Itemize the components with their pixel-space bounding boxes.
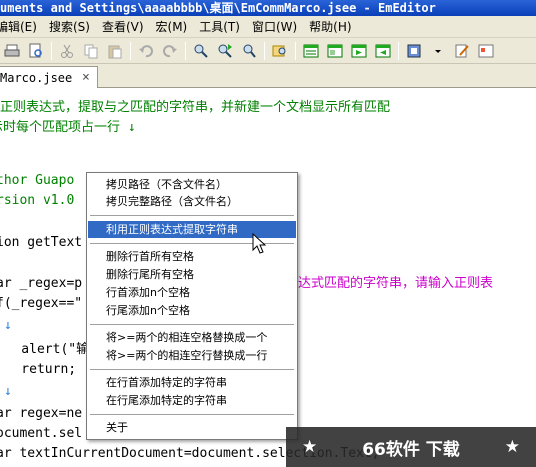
chevron-down-icon[interactable]	[428, 41, 448, 61]
cut-icon[interactable]	[57, 41, 77, 61]
redo-icon[interactable]	[160, 41, 180, 61]
menu-view[interactable]: 查看(V)	[98, 18, 148, 35]
menu-item-copy-full-path[interactable]: 拷贝完整路径（含文件名）	[88, 193, 296, 210]
menu-item-copy-path[interactable]: 拷贝路径（不含文件名）	[88, 176, 296, 193]
code-line-fragment: 达式匹配的字符串，请输入正则表	[298, 276, 494, 291]
menu-help[interactable]: 帮助(H)	[305, 18, 355, 35]
menu-item-merge-blank-lines[interactable]: 将>=两个的相连空行替换成一行	[88, 347, 296, 364]
menu-item-add-leading-spaces[interactable]: 行首添加n个空格	[88, 284, 296, 301]
toolbar-separator	[295, 41, 296, 60]
find-next-icon[interactable]	[215, 41, 235, 61]
tab-document[interactable]: Marco.jsee ×	[0, 66, 98, 88]
toolbar-separator	[130, 41, 131, 60]
code-line: ar _regex=p	[0, 276, 83, 291]
code-line: 用正则表达式，提取与之匹配的字符串，并新建一个文档显示所有匹配	[0, 100, 391, 115]
macro-edit-icon[interactable]	[452, 41, 472, 61]
menu-separator	[90, 215, 294, 216]
code-line: return;	[21, 362, 77, 377]
find-icon[interactable]	[191, 41, 211, 61]
context-menu: 拷贝路径（不含文件名） 拷贝完整路径（含文件名） 利用正则表达式提取字符串 删除…	[86, 172, 298, 440]
toolbar-separator	[264, 41, 265, 60]
find-prev-icon[interactable]	[239, 41, 259, 61]
code-line: rsion v1.0	[0, 193, 75, 208]
menu-separator	[90, 414, 294, 415]
menu-separator	[90, 324, 294, 325]
menu-tools[interactable]: 工具(T)	[195, 18, 244, 35]
newline-marker: ↓	[4, 318, 12, 333]
window-next-icon[interactable]	[349, 41, 369, 61]
watermark-text: 66软件 下载	[362, 439, 460, 460]
menu-separator	[90, 369, 294, 370]
close-icon[interactable]: ×	[82, 70, 90, 85]
watermark-banner: ★ 66软件 下载 ★	[286, 427, 536, 467]
menu-window[interactable]: 窗口(W)	[248, 18, 301, 35]
find-in-files-icon[interactable]	[270, 41, 290, 61]
window-title: uments and Settings\aaaabbbb\桌面\EmCommMa…	[0, 1, 436, 15]
print-preview-icon[interactable]	[26, 41, 46, 61]
menu-edit[interactable]: 编辑(E)	[0, 18, 41, 35]
window-prev-icon[interactable]	[373, 41, 393, 61]
menu-item-append-string[interactable]: 在行尾添加特定的字符串	[88, 392, 296, 409]
title-bar: uments and Settings\aaaabbbb\桌面\EmCommMa…	[0, 0, 536, 16]
toolbar	[0, 38, 536, 64]
code-line: ocument.sel	[0, 426, 83, 441]
menu-item-about[interactable]: 关于	[88, 419, 296, 436]
code-line: ar regex=ne	[0, 406, 83, 421]
undo-icon[interactable]	[136, 41, 156, 61]
print-icon[interactable]	[2, 41, 22, 61]
copy-icon[interactable]	[81, 41, 101, 61]
toolbar-separator	[185, 41, 186, 60]
code-line: ion getText	[0, 235, 83, 250]
code-line: thor Guapo	[0, 173, 75, 188]
menu-item-merge-spaces[interactable]: 将>=两个的相连空格替换成一个	[88, 329, 296, 346]
plugin-icon[interactable]	[404, 41, 424, 61]
menu-search[interactable]: 搜索(S)	[45, 18, 94, 35]
toolbar-separator	[398, 41, 399, 60]
code-line: alert("输	[21, 342, 90, 357]
menu-item-delete-trailing-spaces[interactable]: 删除行尾所有空格	[88, 266, 296, 283]
toolbar-separator	[51, 41, 52, 60]
menu-item-add-trailing-spaces[interactable]: 行尾添加n个空格	[88, 302, 296, 319]
menu-item-prepend-string[interactable]: 在行首添加特定的字符串	[88, 374, 296, 391]
menu-macro[interactable]: 宏(M)	[152, 18, 192, 35]
menu-bar: 编辑(E) 搜索(S) 查看(V) 宏(M) 工具(T) 窗口(W) 帮助(H)	[0, 16, 536, 38]
window-list-icon[interactable]	[301, 41, 321, 61]
window-tile-icon[interactable]	[325, 41, 345, 61]
tab-label: Marco.jsee	[0, 70, 73, 85]
star-icon: ★	[504, 437, 520, 457]
properties-icon[interactable]	[476, 41, 496, 61]
paste-icon[interactable]	[105, 41, 125, 61]
mouse-cursor-icon	[252, 233, 267, 254]
tab-bar: Marco.jsee ×	[0, 64, 536, 88]
newline-marker: ↓	[4, 384, 12, 399]
code-line: 示时每个匹配项占一行 ↓	[0, 120, 136, 135]
star-icon: ★	[302, 437, 318, 457]
code-line: f(_regex=="	[0, 296, 83, 311]
